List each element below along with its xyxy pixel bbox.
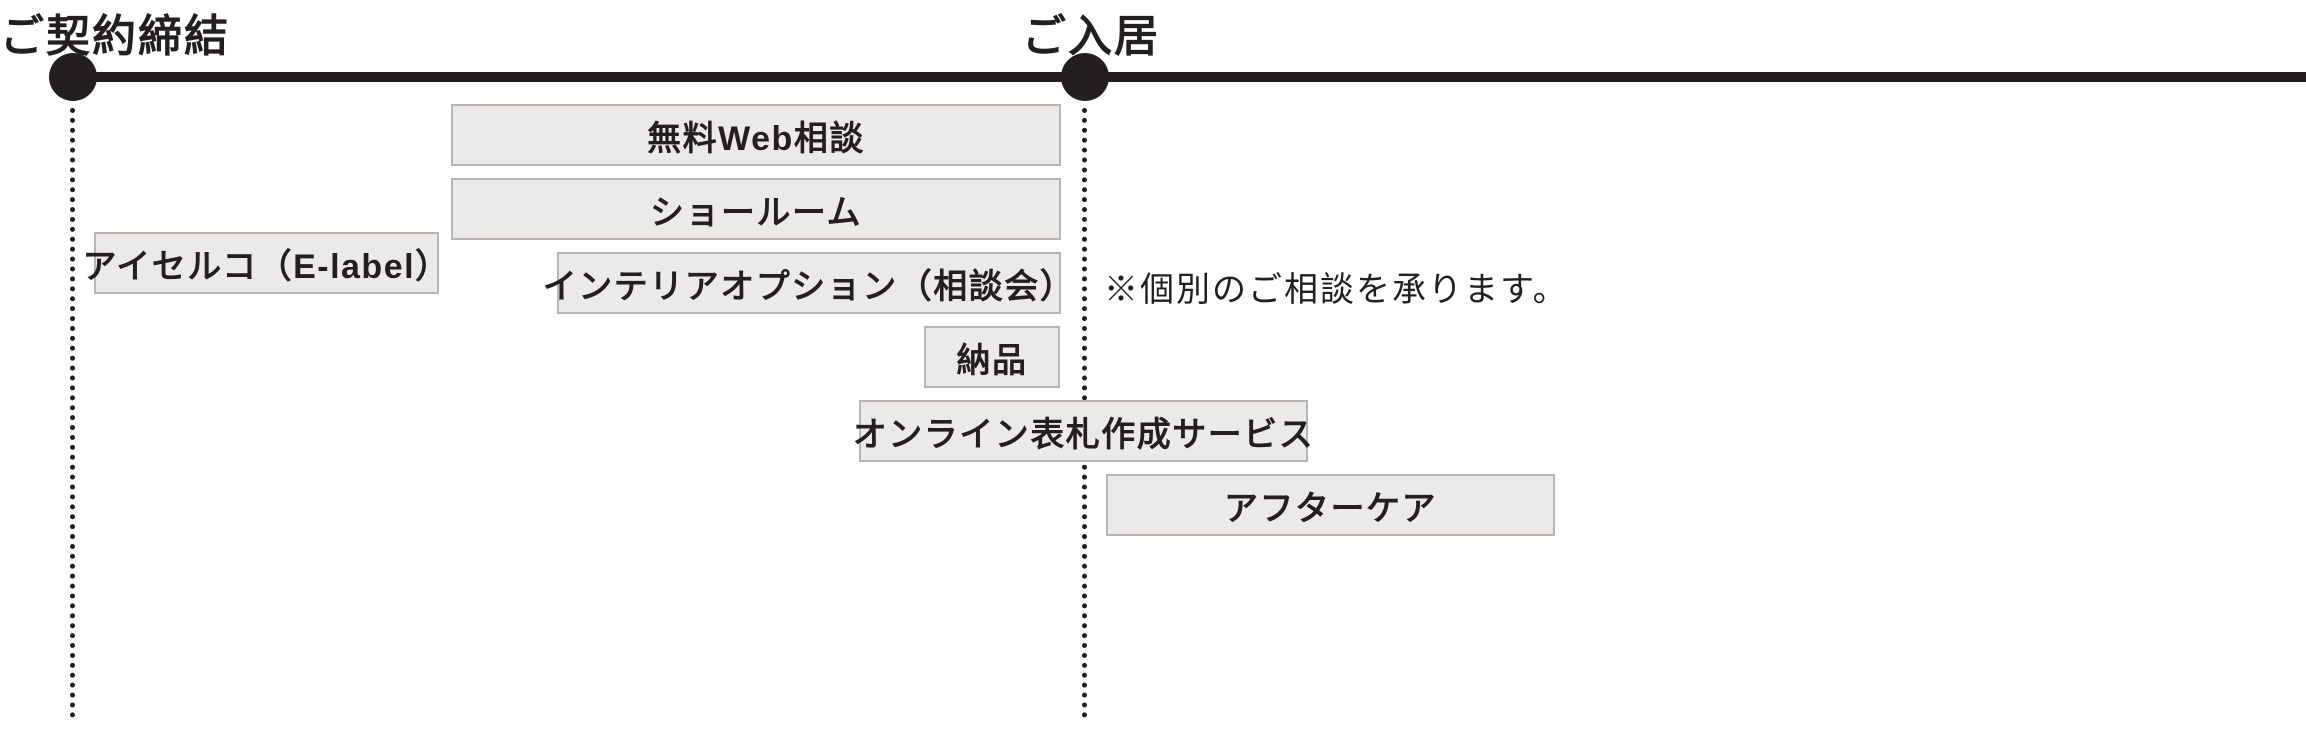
box-interior-option: インテリアオプション（相談会） [557, 252, 1061, 314]
box-showroom: ショールーム [451, 178, 1061, 240]
box-delivery: 納品 [924, 326, 1060, 388]
timeline-axis [50, 72, 2306, 82]
box-aftercare: アフターケア [1106, 474, 1555, 536]
box-nameplate: オンライン表札作成サービス [859, 400, 1308, 462]
box-aiserco: アイセルコ（E-label） [94, 232, 439, 294]
milestone-node-movein [1061, 53, 1109, 101]
milestone-node-contract [49, 53, 97, 101]
timeline-diagram: ご契約締結 ご入居 アイセルコ（E-label） 無料Web相談 ショールーム … [0, 0, 2306, 730]
note-individual-consultation: ※個別のご相談を承ります。 [1104, 262, 1569, 311]
box-web-consult: 無料Web相談 [451, 104, 1061, 166]
milestone-label-contract: ご契約締結 [0, 0, 230, 64]
guide-line-contract [70, 108, 75, 718]
